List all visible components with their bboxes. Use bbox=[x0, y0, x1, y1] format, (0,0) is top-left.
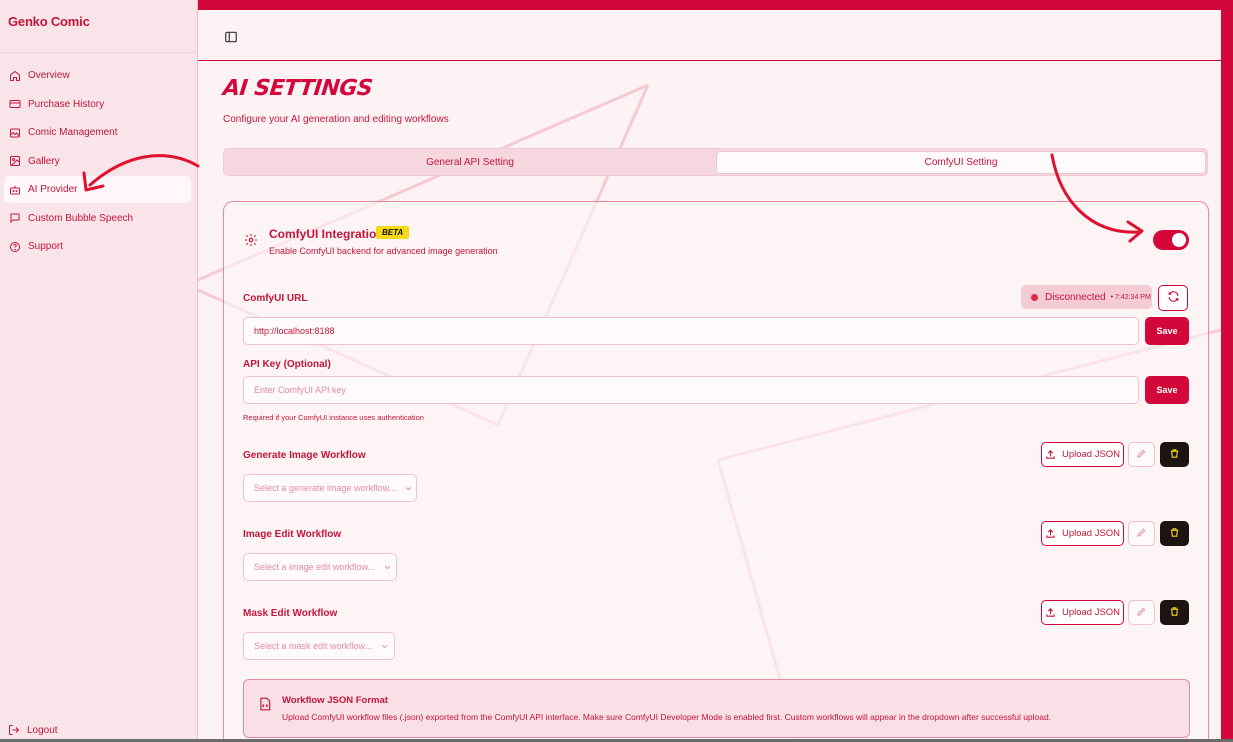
save-url-button[interactable]: Save bbox=[1145, 317, 1189, 345]
upload-json-button[interactable]: Upload JSON bbox=[1041, 600, 1124, 625]
sidebar-toggle-icon[interactable] bbox=[224, 30, 238, 44]
status-time: • 7:42:34 PM bbox=[1110, 293, 1151, 301]
integration-title: ComfyUI Integration bbox=[269, 227, 384, 241]
sidebar-item-support[interactable]: Support bbox=[4, 233, 191, 260]
sidebar-item-label: Custom Bubble Speech bbox=[28, 212, 134, 224]
logout-icon bbox=[8, 724, 20, 736]
pencil-icon bbox=[1136, 448, 1147, 462]
sidebar-item-gallery[interactable]: Gallery bbox=[4, 148, 191, 175]
generate-workflow-label: Generate Image Workflow bbox=[243, 450, 366, 461]
page-subtitle: Configure your AI generation and editing… bbox=[223, 114, 449, 125]
api-key-hint: Required if your ComfyUI instance uses a… bbox=[243, 413, 424, 422]
settings-tabs: General API Setting ComfyUI Setting bbox=[223, 148, 1208, 176]
sidebar-item-comic-management[interactable]: Comic Management bbox=[4, 119, 191, 146]
logout-button[interactable]: Logout bbox=[8, 724, 58, 736]
refresh-icon bbox=[1167, 290, 1180, 306]
tab-general-api-setting[interactable]: General API Setting bbox=[226, 151, 714, 174]
gear-icon bbox=[244, 233, 258, 247]
api-key-input[interactable]: Enter ComfyUI API key bbox=[243, 376, 1139, 404]
trash-icon bbox=[1169, 448, 1180, 462]
sidebar-item-overview[interactable]: Overview bbox=[4, 62, 191, 89]
tab-comfyui-setting[interactable]: ComfyUI Setting bbox=[716, 151, 1206, 174]
delete-workflow-button[interactable] bbox=[1160, 442, 1189, 467]
sidebar-item-custom-bubble-speech[interactable]: Custom Bubble Speech bbox=[4, 205, 191, 232]
chevron-down-icon bbox=[380, 642, 389, 651]
pencil-icon bbox=[1136, 606, 1147, 620]
sidebar-item-label: Comic Management bbox=[28, 127, 118, 138]
comfyui-enable-toggle[interactable] bbox=[1153, 230, 1189, 250]
edit-workflow-button[interactable] bbox=[1128, 442, 1155, 467]
save-api-key-button[interactable]: Save bbox=[1145, 376, 1189, 404]
sidebar: Genko Comic Overview Purchase History Co… bbox=[0, 0, 198, 742]
upload-label: Upload JSON bbox=[1061, 607, 1121, 618]
header-bar bbox=[198, 10, 1221, 61]
sidebar-item-ai-provider[interactable]: AI Provider bbox=[4, 176, 191, 203]
beta-badge: BETA bbox=[376, 226, 410, 239]
mask-edit-workflow-label: Mask Edit Workflow bbox=[243, 608, 338, 619]
sidebar-item-label: Purchase History bbox=[28, 98, 105, 110]
image-icon bbox=[9, 155, 21, 167]
generate-workflow-select[interactable]: Select a generate image workflow... bbox=[243, 474, 417, 502]
home-icon bbox=[9, 70, 21, 82]
upload-icon bbox=[1045, 607, 1056, 618]
edit-workflow-button[interactable] bbox=[1128, 600, 1155, 625]
file-code-icon bbox=[259, 697, 271, 711]
select-placeholder: Select a mask edit workflow... bbox=[254, 641, 373, 651]
comfyui-settings-card: ComfyUI Integration BETA Enable ComfyUI … bbox=[223, 201, 1209, 742]
integration-subtitle: Enable ComfyUI backend for advanced imag… bbox=[269, 246, 498, 256]
right-accent-bar bbox=[1221, 0, 1233, 742]
help-circle-icon bbox=[9, 241, 21, 253]
pencil-icon bbox=[1136, 527, 1147, 541]
top-accent-bar bbox=[198, 0, 1233, 10]
comfyui-url-label: ComfyUI URL bbox=[243, 293, 308, 304]
upload-json-button[interactable]: Upload JSON bbox=[1041, 521, 1124, 546]
upload-icon bbox=[1045, 528, 1056, 539]
chevron-down-icon bbox=[404, 484, 413, 493]
sidebar-item-label: Gallery bbox=[28, 155, 60, 167]
refresh-button[interactable] bbox=[1158, 285, 1188, 311]
status-dot bbox=[1031, 293, 1038, 301]
receipt-icon bbox=[9, 98, 21, 110]
speech-bubble-icon bbox=[9, 212, 21, 224]
image-stack-icon bbox=[9, 127, 21, 139]
mask-edit-workflow-select[interactable]: Select a mask edit workflow... bbox=[243, 632, 395, 660]
info-text: Upload ComfyUI workflow files (.json) ex… bbox=[282, 712, 1052, 722]
delete-workflow-button[interactable] bbox=[1160, 600, 1189, 625]
edit-workflow-button[interactable] bbox=[1128, 521, 1155, 546]
sidebar-nav: Overview Purchase History Comic Manageme… bbox=[4, 62, 191, 262]
sidebar-item-label: Support bbox=[28, 241, 64, 252]
brand-name: Genko Comic bbox=[8, 14, 90, 29]
sidebar-item-label: AI Provider bbox=[28, 184, 78, 195]
bot-icon bbox=[9, 184, 21, 196]
upload-label: Upload JSON bbox=[1061, 528, 1121, 539]
select-placeholder: Select a generate image workflow... bbox=[254, 483, 397, 493]
status-text: Disconnected bbox=[1045, 291, 1106, 303]
workflow-format-info: Workflow JSON Format Upload ComfyUI work… bbox=[243, 679, 1190, 738]
toggle-knob bbox=[1172, 233, 1186, 247]
logout-label: Logout bbox=[27, 724, 58, 736]
sidebar-item-label: Overview bbox=[28, 70, 70, 81]
upload-icon bbox=[1045, 449, 1056, 460]
trash-icon bbox=[1169, 606, 1180, 620]
image-edit-workflow-select[interactable]: Select a image edit workflow... bbox=[243, 553, 397, 581]
upload-json-button[interactable]: Upload JSON bbox=[1041, 442, 1124, 467]
select-placeholder: Select a image edit workflow... bbox=[254, 562, 376, 572]
page-title: AI SETTINGS bbox=[221, 76, 374, 101]
chevron-down-icon bbox=[383, 563, 392, 572]
main-content: AI SETTINGS Configure your AI generation… bbox=[198, 10, 1221, 742]
api-key-label: API Key (Optional) bbox=[243, 359, 331, 370]
image-edit-workflow-label: Image Edit Workflow bbox=[243, 529, 342, 540]
delete-workflow-button[interactable] bbox=[1160, 521, 1189, 546]
trash-icon bbox=[1169, 527, 1180, 541]
connection-status-badge: Disconnected • 7:42:34 PM bbox=[1021, 285, 1152, 309]
info-title: Workflow JSON Format bbox=[282, 695, 388, 706]
comfyui-url-input[interactable]: http://localhost:8188 bbox=[243, 317, 1139, 345]
upload-label: Upload JSON bbox=[1061, 449, 1121, 460]
sidebar-item-purchase-history[interactable]: Purchase History bbox=[4, 91, 191, 118]
divider bbox=[0, 52, 198, 53]
